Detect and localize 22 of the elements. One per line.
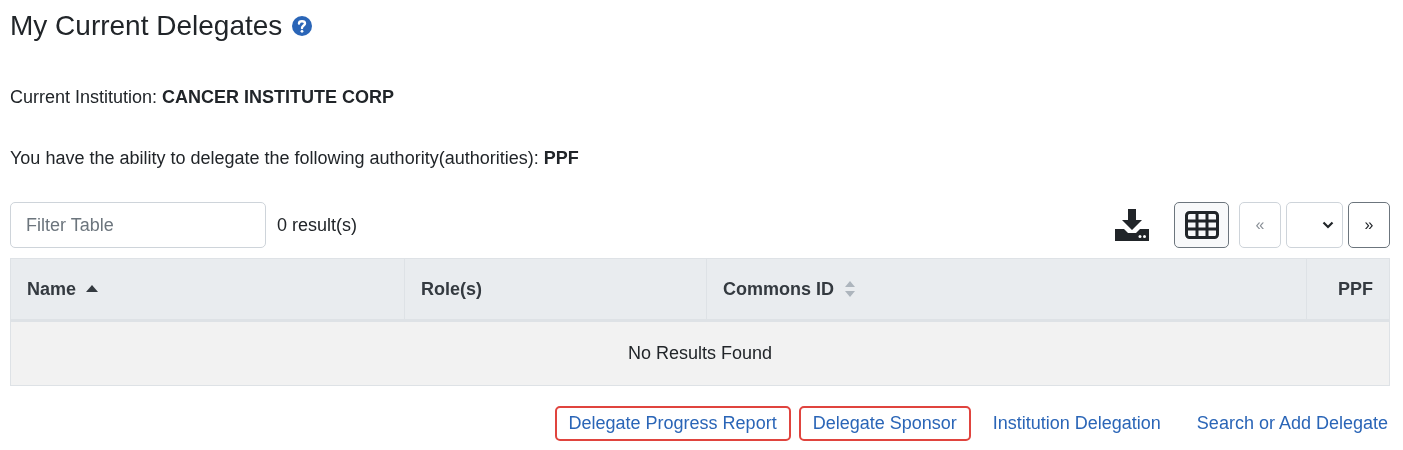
download-icon[interactable]: [1115, 209, 1149, 241]
filter-field[interactable]: Filter Table: [10, 202, 266, 248]
column-header[interactable]: Role(s): [421, 278, 482, 300]
help-icon[interactable]: [292, 16, 313, 36]
delegation-link[interactable]: Delegate Sponsor: [798, 406, 971, 441]
column-toggle-button[interactable]: [1174, 202, 1229, 248]
chevron-down-icon: [1322, 221, 1334, 229]
column-header[interactable]: PPF: [1338, 278, 1373, 300]
column-header[interactable]: Commons ID: [723, 278, 834, 300]
institution-label: Current Institution:: [10, 86, 158, 108]
result-count: 0 result(s): [277, 214, 357, 236]
delegation-link[interactable]: Search or Add Delegate: [1182, 406, 1390, 441]
authority-text: You have the ability to delegate the following authority(authorities):: [10, 148, 539, 169]
authority-value: PPF: [543, 148, 579, 169]
delegation-link[interactable]: Delegate Progress Report: [554, 406, 791, 441]
empty-message: No Results Found: [627, 343, 773, 363]
table-icon: [1184, 211, 1219, 239]
next-page-button[interactable]: »: [1348, 202, 1390, 248]
page-title: My Current Delegates: [10, 10, 283, 42]
delegation-link[interactable]: Institution Delegation: [978, 406, 1175, 441]
institution-name: CANCER INSTITUTE CORP: [162, 86, 395, 108]
column-header[interactable]: Name: [27, 278, 77, 300]
